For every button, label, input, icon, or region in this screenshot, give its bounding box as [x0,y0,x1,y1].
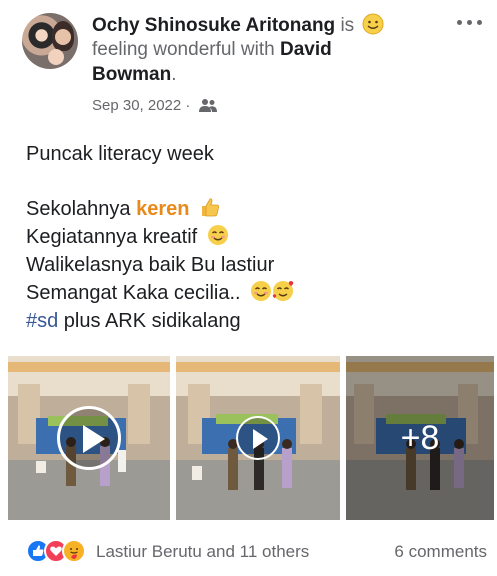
text-fragment: Semangat Kaka cecilia.. [26,282,241,304]
author-avatar[interactable] [22,13,78,69]
tagged-person[interactable]: David [280,39,332,60]
smiley-face-icon [362,13,384,35]
comments-link[interactable]: 6 comments [394,542,487,562]
post-header: Ochy Shinosuke Aritonang is feeling wond… [0,0,497,122]
hashtag-link[interactable]: #sd [26,310,58,332]
friends-icon [198,99,217,112]
video-thumbnail[interactable] [176,356,340,520]
smiling-face-icon [251,281,272,301]
period: . [171,64,177,85]
media-grid: +8 [8,356,494,520]
author-name[interactable]: Ochy Shinosuke Aritonang [92,15,335,36]
video-thumbnail[interactable]: +8 [346,356,494,520]
smiling-face-icon [207,225,228,245]
reactions-summary[interactable] [26,539,92,563]
text-fragment: plus ARK sidikalang [58,310,241,332]
smiling-face-with-hearts-icon [272,281,294,301]
feed-post: Ochy Shinosuke Aritonang is feeling wond… [0,0,497,576]
post-title-line-1: Ochy Shinosuke Aritonang is [92,13,384,38]
text-line: Walikelasnya baik Bu lastiur [26,254,275,276]
text-fragment: Kegiatannya kreatif [26,226,198,248]
post-footer: Lastiur Berutu and 11 others 6 comments [0,530,497,570]
video-thumbnail[interactable] [8,356,170,520]
is-text: is [340,15,355,36]
tagged-person-last[interactable]: Bowman [92,64,171,85]
post-title-line-2: feeling wonderful with David [92,38,332,62]
care-reaction-icon [62,539,86,563]
post-meta: Sep 30, 2022 · [92,97,217,114]
text-line: Puncak literacy week [26,143,214,165]
more-options-icon[interactable] [455,14,485,32]
reactors-link[interactable]: Lastiur Berutu and 11 others [96,542,309,562]
more-media-count[interactable]: +8 [346,356,494,520]
post-text: Puncak literacy week Sekolahnya keren Ke… [26,140,486,335]
text-line: Kegiatannya kreatif [26,223,486,251]
thumbs-up-icon [202,198,220,217]
highlight-word: keren [136,198,190,220]
text-line: Semangat Kaka cecilia.. [26,279,486,307]
meta-separator: · [185,97,191,114]
post-title-line-3: Bowman. [92,63,176,87]
text-fragment: Sekolahnya [26,198,131,220]
feeling-text: feeling wonderful with [92,39,275,60]
text-line: Sekolahnya keren [26,195,486,223]
text-line: #sd plus ARK sidikalang [26,307,486,335]
play-button-icon[interactable] [57,406,121,470]
play-button-icon[interactable] [236,416,280,460]
post-date[interactable]: Sep 30, 2022 [92,97,181,114]
